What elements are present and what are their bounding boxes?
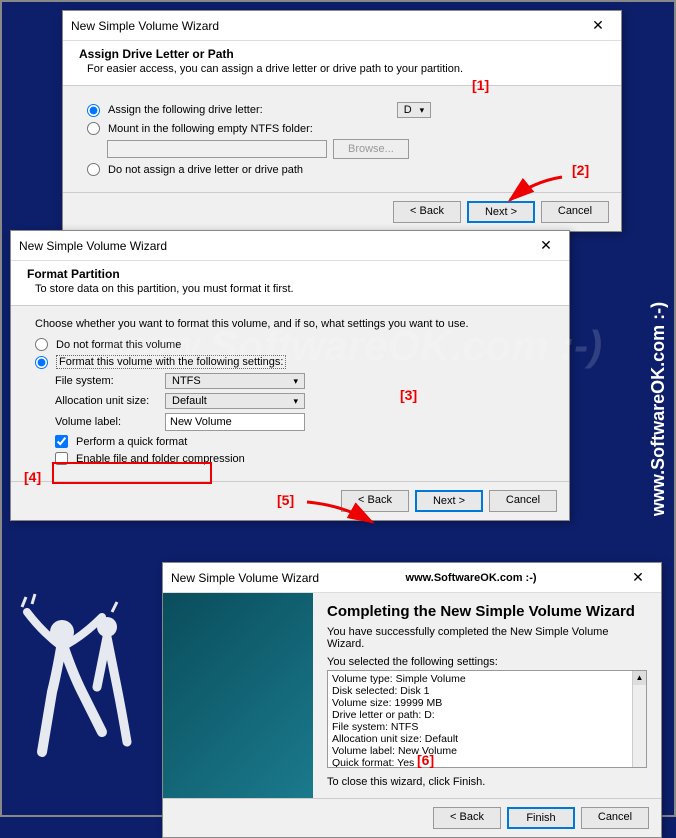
radio-do-not-format[interactable]: Do not format this volume — [35, 338, 545, 351]
file-system-row: File system: NTFS ▾ — [55, 373, 545, 389]
allocation-value: Default — [172, 395, 207, 407]
body-section: Choose whether you want to format this v… — [11, 306, 569, 481]
checkbox-input[interactable] — [55, 435, 68, 448]
cancel-button[interactable]: Cancel — [489, 490, 557, 512]
success-text: You have successfully completed the New … — [327, 626, 647, 650]
list-item: Drive letter or path: D: — [332, 709, 642, 721]
page-subheading: For easier access, you can assign a driv… — [87, 63, 605, 75]
drive-letter-select[interactable]: D ▾ — [397, 102, 431, 118]
cancel-button[interactable]: Cancel — [581, 807, 649, 829]
page-subheading: To store data on this partition, you mus… — [35, 283, 553, 295]
titlebar: New Simple Volume Wizard www.SoftwareOK.… — [163, 563, 661, 593]
dialog-completing-wizard: New Simple Volume Wizard www.SoftwareOK.… — [162, 562, 662, 838]
main-pane: Completing the New Simple Volume Wizard … — [313, 593, 661, 798]
chevron-down-icon: ▾ — [293, 396, 298, 407]
volume-label-label: Volume label: — [55, 416, 165, 428]
annotation-5: [5] — [277, 492, 294, 508]
arrow-5 — [302, 497, 382, 537]
list-item: Allocation unit size: Default — [332, 733, 642, 745]
page-heading: Assign Drive Letter or Path — [79, 47, 605, 61]
volume-label-row: Volume label: — [55, 413, 545, 431]
radio-input[interactable] — [87, 104, 100, 117]
chevron-down-icon: ▾ — [420, 105, 425, 116]
window-title: New Simple Volume Wizard — [19, 239, 167, 253]
close-icon[interactable]: ✕ — [531, 237, 561, 254]
page-heading: Format Partition — [27, 267, 553, 281]
radio-assign-letter[interactable]: Assign the following drive letter: D ▾ — [87, 102, 597, 118]
annotation-6: [6] — [417, 752, 434, 768]
checkbox-label: Perform a quick format — [76, 436, 187, 448]
file-system-select[interactable]: NTFS ▾ — [165, 373, 305, 389]
decorative-silhouette — [12, 592, 152, 762]
radio-label: Mount in the following empty NTFS folder… — [108, 123, 313, 135]
header-section: Format Partition To store data on this p… — [11, 261, 569, 306]
list-item: Volume size: 19999 MB — [332, 697, 642, 709]
wizard-side-image — [163, 593, 313, 798]
sidebar-watermark: www.SoftwareOK.com :-) — [648, 301, 669, 515]
radio-mount-folder[interactable]: Mount in the following empty NTFS folder… — [87, 122, 597, 135]
volume-label-input[interactable] — [165, 413, 305, 431]
radio-label: Do not format this volume — [56, 339, 181, 351]
back-button[interactable]: < Back — [433, 807, 501, 829]
chevron-down-icon: ▾ — [293, 376, 298, 387]
close-instruction: To close this wizard, click Finish. — [327, 776, 647, 788]
titlebar: New Simple Volume Wizard ✕ — [63, 11, 621, 41]
annotation-box-4 — [52, 462, 212, 484]
annotation-4: [4] — [24, 469, 41, 485]
mount-path-input — [107, 140, 327, 158]
back-button[interactable]: < Back — [393, 201, 461, 223]
annotation-2: [2] — [572, 162, 589, 178]
radio-input[interactable] — [87, 122, 100, 135]
list-item: Volume type: Simple Volume — [332, 673, 642, 685]
selected-label: You selected the following settings: — [327, 656, 647, 668]
radio-label: Format this volume with the following se… — [56, 355, 286, 369]
finish-button[interactable]: Finish — [507, 807, 575, 829]
radio-input[interactable] — [35, 338, 48, 351]
radio-label: Do not assign a drive letter or drive pa… — [108, 164, 303, 176]
radio-input[interactable] — [87, 163, 100, 176]
allocation-label: Allocation unit size: — [55, 395, 165, 407]
next-button[interactable]: Next > — [415, 490, 483, 512]
drive-letter-value: D — [404, 104, 412, 116]
radio-input[interactable] — [35, 356, 48, 369]
allocation-row: Allocation unit size: Default ▾ — [55, 393, 545, 409]
scroll-up-icon[interactable]: ▲ — [633, 671, 646, 685]
radio-format-with-settings[interactable]: Format this volume with the following se… — [35, 355, 545, 369]
complete-heading: Completing the New Simple Volume Wizard — [327, 603, 647, 620]
list-item: File system: NTFS — [332, 721, 642, 733]
titlebar-watermark: www.SoftwareOK.com :-) — [406, 572, 537, 584]
button-row: < Back Finish Cancel — [163, 798, 661, 837]
content-wrap: Completing the New Simple Volume Wizard … — [163, 593, 661, 798]
file-system-value: NTFS — [172, 375, 201, 387]
settings-listbox[interactable]: Volume type: Simple Volume Disk selected… — [327, 670, 647, 768]
list-item: Quick format: Yes — [332, 757, 642, 768]
header-section: Assign Drive Letter or Path For easier a… — [63, 41, 621, 86]
browse-button: Browse... — [333, 139, 409, 159]
file-system-label: File system: — [55, 375, 165, 387]
window-title: New Simple Volume Wizard — [71, 19, 219, 33]
scrollbar[interactable]: ▲ — [632, 671, 646, 767]
list-item: Disk selected: Disk 1 — [332, 685, 642, 697]
list-item: Volume label: New Volume — [332, 745, 642, 757]
close-icon[interactable]: ✕ — [583, 17, 613, 34]
instruction-text: Choose whether you want to format this v… — [35, 318, 545, 330]
quick-format-check[interactable]: Perform a quick format — [55, 435, 545, 448]
window-title: New Simple Volume Wizard — [171, 571, 319, 585]
annotation-1: [1] — [472, 77, 489, 93]
close-icon[interactable]: ✕ — [623, 569, 653, 586]
allocation-select[interactable]: Default ▾ — [165, 393, 305, 409]
titlebar: New Simple Volume Wizard ✕ — [11, 231, 569, 261]
annotation-3: [3] — [400, 387, 417, 403]
radio-label: Assign the following drive letter: — [108, 104, 263, 116]
arrow-2 — [502, 172, 572, 212]
